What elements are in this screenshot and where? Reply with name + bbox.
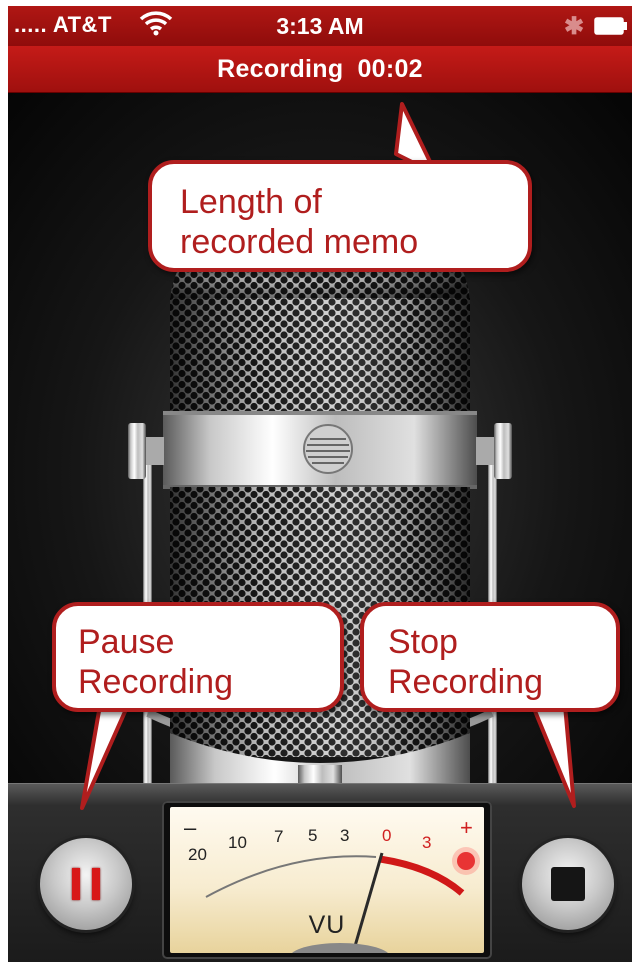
status-bar: ..... AT&T 3:13 AM ✱ [8,6,632,46]
callout-text-line: Recording [78,663,233,701]
battery-icon [594,17,628,40]
recording-timer: 00:02 [357,55,423,83]
vu-label: VU [308,911,346,939]
callout-text-line: Pause [78,623,175,661]
bluetooth-icon: ✱ [564,13,585,40]
callout-stop-recording: Stop Recording [360,602,620,712]
callout-text-line: recorded memo [180,223,419,261]
clock-time: 3:13 AM [276,13,364,39]
stop-icon [551,867,585,901]
pause-button[interactable] [40,838,132,930]
callout-text-line: Stop [388,623,458,661]
recorder-controls-bar: – 20 10 7 5 3 0 3 + VU [8,783,632,962]
voice-memos-screen: ..... AT&T 3:13 AM ✱ Recording 00:02 – 2… [8,6,632,962]
vu-meter-face: – 20 10 7 5 3 0 3 + VU [170,807,484,953]
stop-button[interactable] [522,838,614,930]
callout-text-line: Length of [180,183,322,221]
callout-text-line: Recording [388,663,543,701]
vu-meter: – 20 10 7 5 3 0 3 + VU [162,801,492,959]
callout-length-of-memo: Length of recorded memo [148,160,532,272]
recording-status-banner: Recording 00:02 [8,46,632,93]
callout-pause-recording: Pause Recording [52,602,344,712]
recording-label: Recording [217,55,344,83]
